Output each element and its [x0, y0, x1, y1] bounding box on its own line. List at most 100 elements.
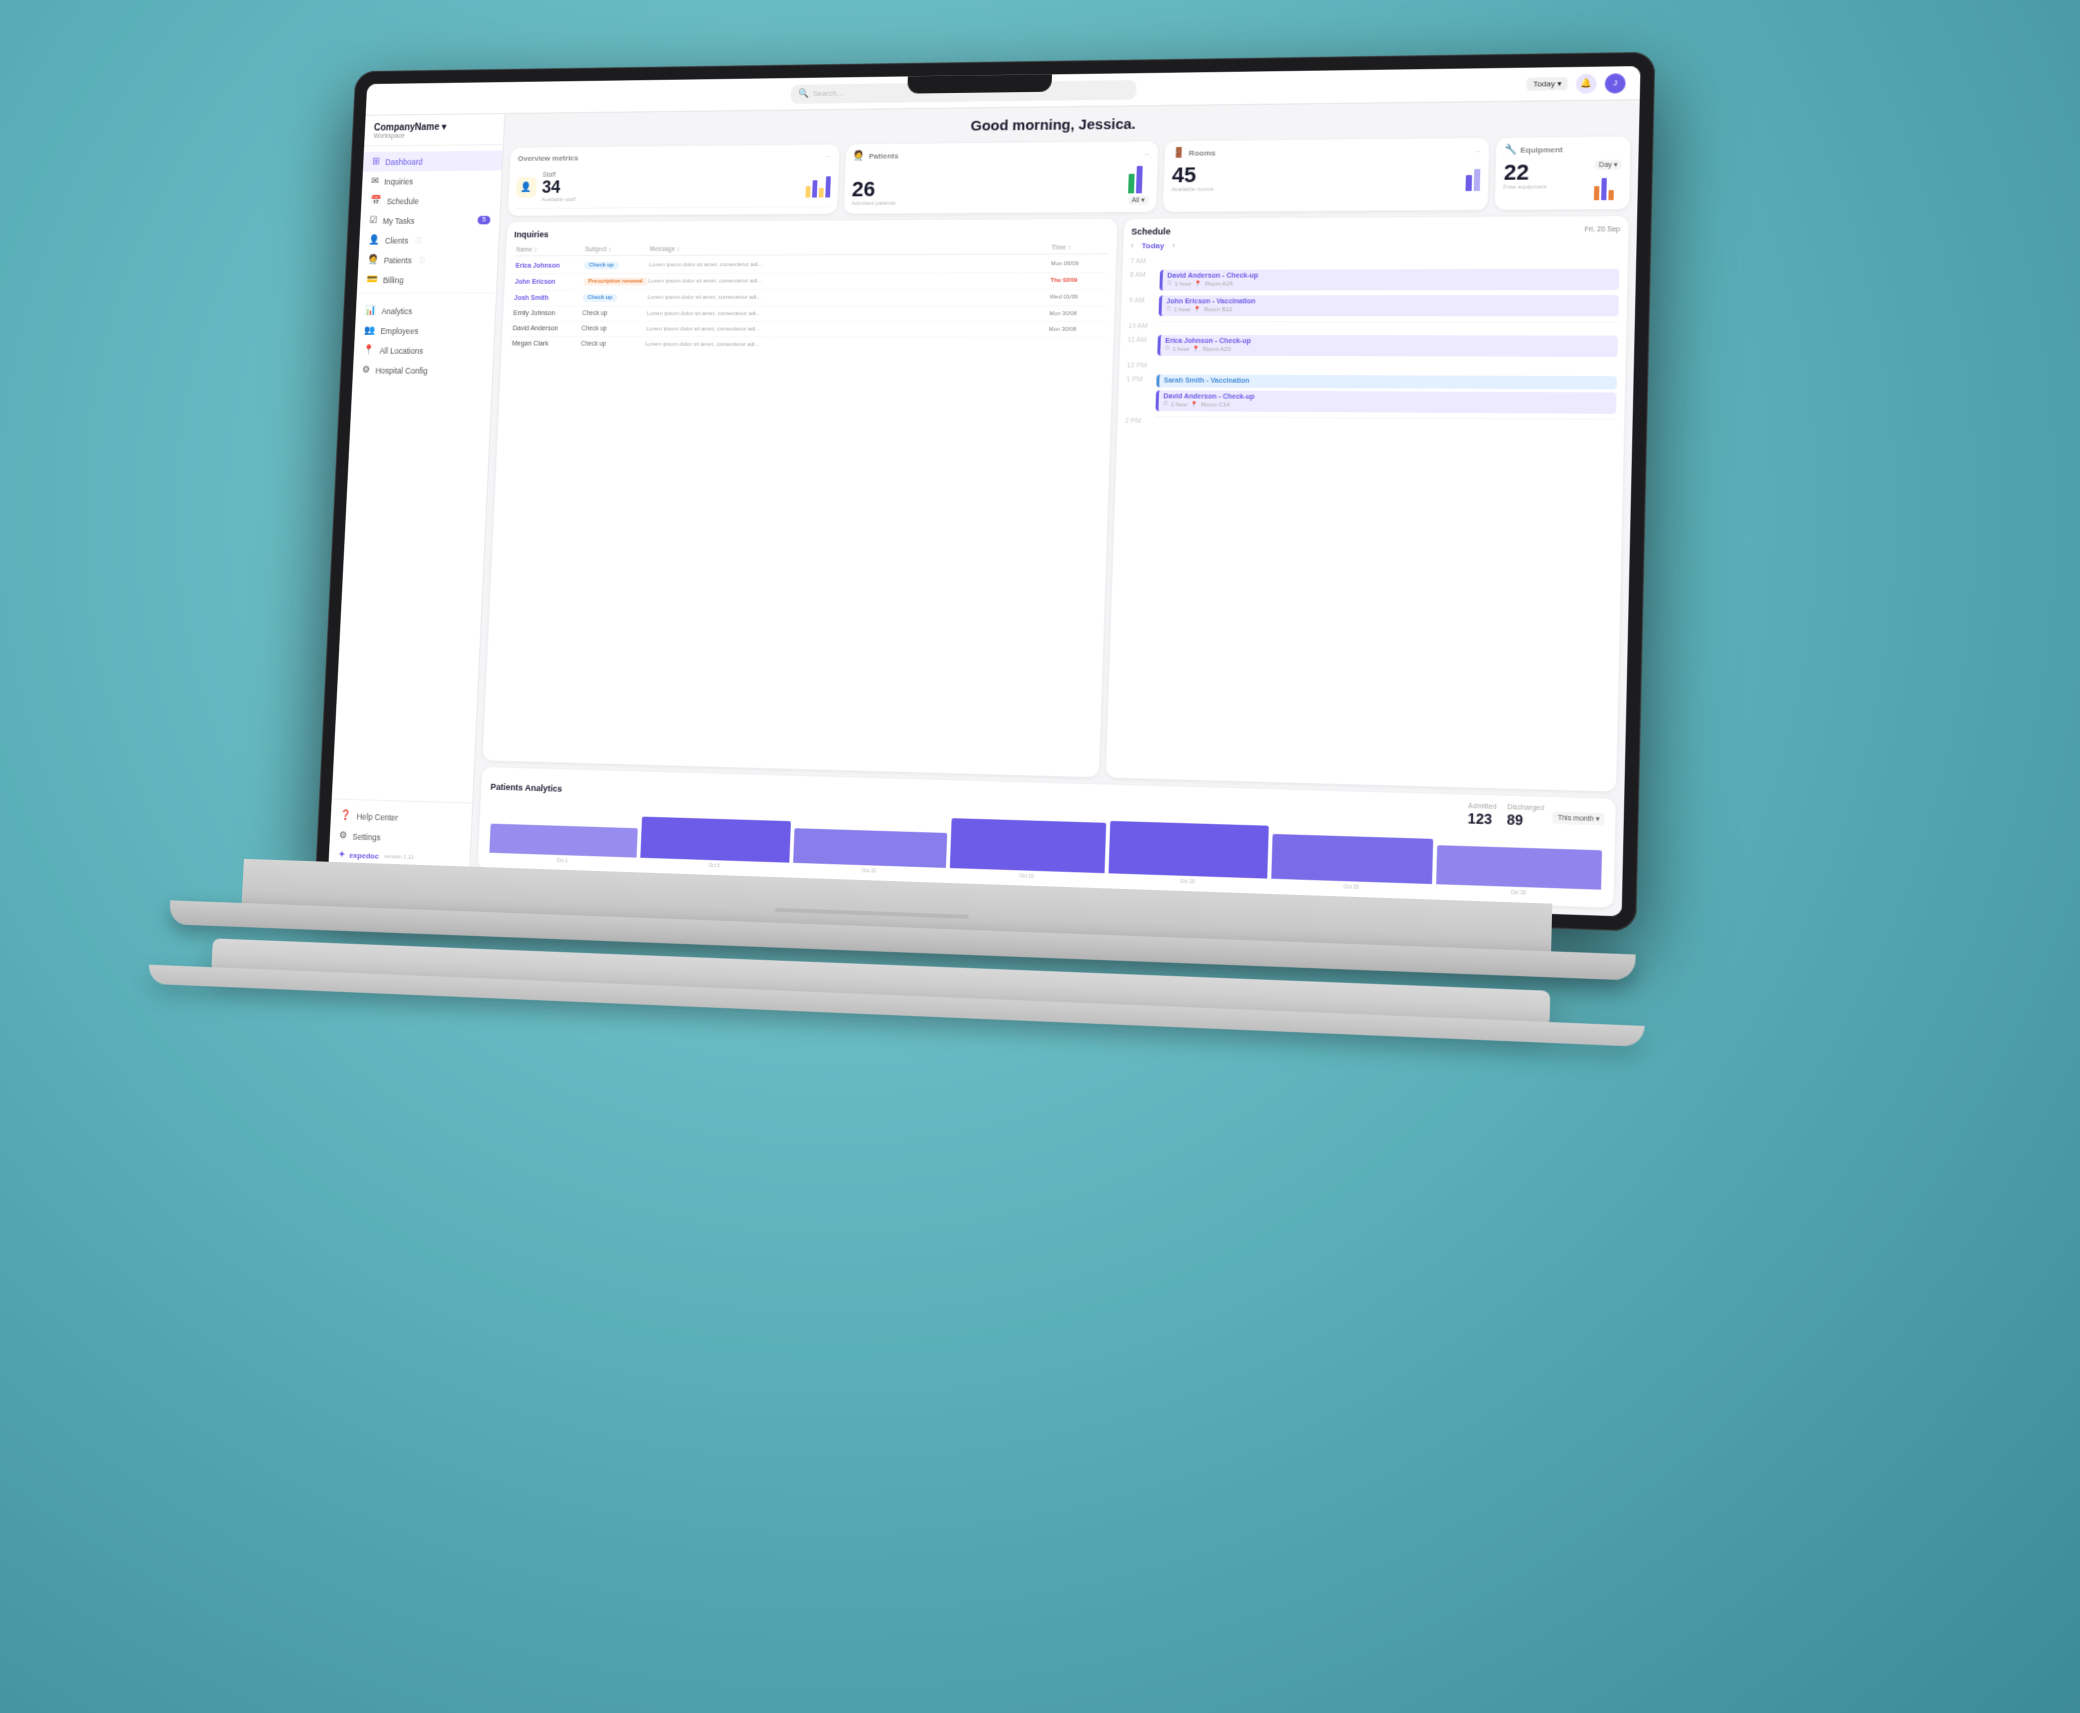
schedule-title: Schedule [1131, 227, 1171, 237]
sidebar-item-my-tasks[interactable]: ☑ My Tasks 5 [360, 210, 500, 231]
discharged-stat: Discharged 89 [1507, 804, 1545, 829]
patients-arrow[interactable]: → [1142, 149, 1150, 158]
equip-bar-2 [1601, 178, 1607, 200]
col-message: Message ↕ [650, 245, 1052, 253]
patients-card: 🧑‍⚕️ Patients → 26 Admitted patients [843, 141, 1158, 213]
sidebar-item-analytics[interactable]: 📊 Analytics [355, 301, 495, 321]
time-slot-10am: 10 AM [1128, 321, 1618, 330]
brand-version: version 1.11 [384, 854, 414, 861]
overview-label: Overview metrics [518, 154, 579, 163]
bar-oct1 [489, 824, 637, 858]
bar-oct5 [640, 817, 791, 863]
appointment-david-checkup[interactable]: David Anderson - Check-up ⏱1 hour📍Room A… [1159, 269, 1619, 291]
row6-name: Megan Clark [512, 341, 581, 348]
brand-icon: ✦ [338, 850, 346, 861]
clients-icon: 👤 [368, 235, 380, 245]
analytics-title: Patients Analytics [490, 781, 562, 793]
appointment-sarah-vaccination[interactable]: Sarah Smith - Vaccination [1156, 374, 1617, 389]
sidebar-item-employees[interactable]: 👥 Employees [354, 321, 494, 341]
billing-label: Billing [383, 275, 404, 284]
staff-bar-2 [812, 181, 817, 198]
appt-detail-3: ⏱1 hour📍Room A20 [1165, 346, 1613, 354]
appointment-erica-checkup[interactable]: Erica Johnson - Check-up ⏱1 hour📍Room A2… [1157, 335, 1618, 357]
equipment-filter[interactable]: Day ▾ [1595, 160, 1622, 170]
sidebar-item-dashboard[interactable]: ⊞ Dashboard [363, 151, 503, 172]
my-tasks-label: My Tasks [383, 216, 415, 226]
equip-bar-1 [1594, 186, 1600, 200]
appt-detail-2: ⏱1 hour📍Room B12 [1166, 306, 1613, 313]
appointment-david-checkup-2[interactable]: David Anderson - Check-up ⏱1 hour📍Room C… [1155, 390, 1617, 413]
bar-oct15 [950, 818, 1107, 873]
my-tasks-icon: ☑ [369, 216, 378, 226]
time-slot-9am: 9 AM John Ericson - Vaccination ⏱1 hour📍… [1128, 295, 1618, 316]
time-slot-2pm: 2 PM [1125, 416, 1616, 428]
settings-icon: ⚙ [339, 830, 348, 841]
sidebar-item-clients[interactable]: 👤 Clients ⓘ [359, 230, 499, 250]
help-icon: ❓ [340, 810, 352, 821]
schedule-label: Schedule [387, 196, 419, 206]
sidebar-item-patients[interactable]: 🧑‍⚕️ Patients ⓘ [358, 250, 498, 270]
table-row: Megan Clark Check up Lorem ipsum dolor s… [509, 337, 1105, 353]
dashboard-main: Good morning, Jessica. Overview metrics … [470, 100, 1640, 916]
brand-name: expedoc [349, 851, 379, 861]
schedule-today-tag: Today [1141, 241, 1164, 250]
time-slot-12pm: 12 PM [1127, 361, 1618, 372]
table-row: David Anderson Check up Lorem ipsum dolo… [510, 322, 1106, 338]
schedule-date: Fri, 20 Sep [1585, 226, 1621, 233]
patients-label: Patients [384, 255, 412, 264]
employees-label: Employees [380, 326, 418, 335]
row2-subject: Prescription renewal [583, 278, 647, 286]
overview-arrow[interactable]: → [824, 151, 832, 160]
admitted-stat: Admitted 123 [1468, 803, 1497, 827]
sidebar-item-hospital-config[interactable]: ⚙ Hospital Config [353, 360, 493, 380]
equipment-card: 🔧 Equipment 22 Free equipment [1495, 137, 1631, 210]
inquiries-card: Inquiries Name ↕ Subject ↕ Message ↕ Tim… [483, 219, 1117, 777]
notification-icon[interactable]: 🔔 [1576, 73, 1597, 93]
patients-filter[interactable]: All ▾ [1127, 195, 1148, 205]
rooms-arrow[interactable]: → [1473, 146, 1481, 155]
equipment-sub: Free equipment [1503, 185, 1546, 191]
avatar[interactable]: J [1605, 73, 1626, 93]
schedule-card: Schedule Fri, 20 Sep ‹ Today › 7 AM [1105, 216, 1629, 791]
row4-name: Emily Johnson [513, 310, 582, 317]
patients-sub: Admitted patients [851, 201, 895, 207]
row2-name[interactable]: John Ericson [515, 278, 584, 285]
sidebar-item-schedule[interactable]: 📅 Schedule [361, 190, 501, 211]
rooms-value: 45 [1171, 163, 1214, 187]
equipment-icon: 🔧 [1504, 145, 1517, 156]
today-button[interactable]: Today ▾ [1527, 77, 1568, 91]
row4-date: Mon 30/08 [1049, 311, 1103, 317]
row2-date: Thu 02/09 [1050, 278, 1104, 284]
sidebar-item-inquiries[interactable]: ✉ Inquiries [362, 170, 502, 191]
appointment-john-vaccination[interactable]: John Ericson - Vaccination ⏱1 hour📍Room … [1158, 295, 1619, 316]
tasks-badge: 5 [478, 216, 491, 225]
rooms-bar-2 [1474, 169, 1481, 191]
search-placeholder: Search... [813, 89, 844, 98]
time-slot-7am: 7 AM [1130, 255, 1620, 265]
search-icon: 🔍 [798, 88, 809, 99]
row1-name[interactable]: Erica Johnson [515, 262, 584, 269]
company-header: CompanyName ▾ Workspace [364, 122, 504, 147]
time-slot-1pm: 1 PM Sarah Smith - Vaccination David And… [1125, 374, 1617, 413]
schedule-next[interactable]: › [1172, 240, 1175, 250]
table-row: Erica Johnson Check up Lorem ipsum dolor… [512, 256, 1107, 274]
workspace-label: Workspace [373, 132, 494, 140]
appt-name-1: David Anderson - Check-up [1167, 272, 1614, 280]
overview-metrics-card: Overview metrics → 👤 Staff 34 Available … [508, 144, 840, 215]
admitted-value: 123 [1468, 810, 1497, 827]
table-row: John Ericson Prescription renewal Lorem … [512, 273, 1108, 290]
sidebar-item-all-locations[interactable]: 📍 All Locations [354, 340, 494, 360]
patients-bar-1 [1128, 174, 1135, 194]
row3-name[interactable]: Josh Smith [514, 295, 583, 302]
sidebar-item-billing[interactable]: 💳 Billing [357, 270, 497, 290]
patients-icon: 🧑‍⚕️ [367, 255, 379, 265]
row3-msg: Lorem ipsum dolor sit amet, consectetur … [648, 295, 1050, 301]
table-row: Josh Smith Check up Lorem ipsum dolor si… [511, 290, 1107, 307]
patients-value: 26 [852, 177, 897, 201]
equipment-value: 22 [1504, 160, 1548, 185]
rooms-icon: 🚪 [1172, 148, 1185, 159]
period-filter[interactable]: This month ▾ [1552, 811, 1605, 825]
schedule-prev[interactable]: ‹ [1131, 240, 1134, 250]
dashboard-label: Dashboard [385, 157, 423, 167]
all-locations-label: All Locations [379, 346, 423, 356]
